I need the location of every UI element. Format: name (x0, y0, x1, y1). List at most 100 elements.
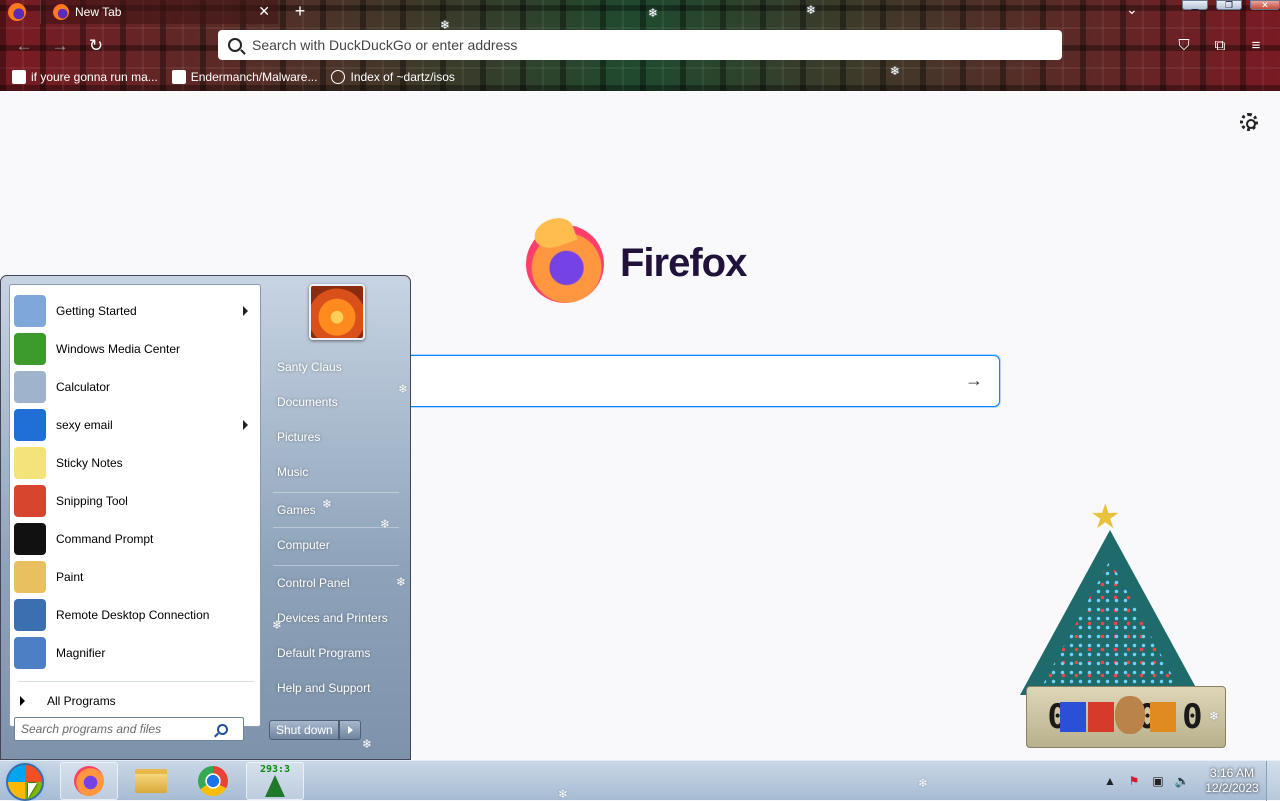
firefox-view-icon[interactable] (8, 3, 26, 21)
start-button[interactable] (6, 763, 44, 801)
bookmark-label: Endermanch/Malware... (190, 70, 318, 84)
start-search-box[interactable] (14, 717, 244, 741)
star-icon: ★ (1090, 498, 1121, 536)
close-window-button[interactable]: ✕ (1250, 0, 1280, 10)
snowflake-icon: ❄ (398, 382, 409, 396)
start-program-item[interactable]: sexy email (10, 407, 260, 443)
bookmark-item[interactable]: if youre gonna run ma... (12, 70, 158, 84)
volume-icon[interactable]: 🔈 (1174, 774, 1190, 788)
start-program-item[interactable]: Paint (10, 559, 260, 595)
taskbar-chrome[interactable] (184, 762, 242, 800)
start-program-label: Remote Desktop Connection (56, 608, 210, 622)
start-right-item[interactable]: Computer (269, 530, 403, 560)
reload-button[interactable]: ↻ (84, 34, 108, 58)
clock[interactable]: 3:16 AM 12/2/2023 (1202, 766, 1262, 796)
tab-close-icon[interactable]: ✕ (258, 3, 270, 20)
submenu-arrow-icon (243, 306, 248, 316)
all-programs-label: All Programs (47, 694, 116, 708)
getting-started-icon (14, 295, 46, 327)
start-right-item[interactable]: Santy Claus (269, 352, 403, 382)
taskbar-firefox[interactable] (60, 762, 118, 800)
forward-button[interactable]: → (48, 34, 72, 58)
start-search-input[interactable] (15, 722, 211, 736)
start-menu: Getting Started Windows Media Center Calcu… (0, 275, 411, 760)
start-program-item[interactable]: Windows Media Center (10, 331, 260, 367)
start-program-item[interactable]: Remote Desktop Connection (10, 597, 260, 633)
start-program-label: Command Prompt (56, 532, 154, 546)
start-right-item[interactable]: Devices and Printers (269, 603, 403, 633)
snowflake-icon: ❄ (1209, 709, 1220, 723)
media-center-icon (14, 333, 46, 365)
shut-down-options-icon[interactable] (339, 720, 361, 740)
show-desktop-button[interactable] (1266, 761, 1280, 801)
snowflake-icon: ❄ (648, 6, 659, 20)
sticky-notes-icon (14, 447, 46, 479)
doc-icon (12, 70, 26, 84)
hamburger-menu-icon[interactable]: ≡ (1246, 36, 1266, 56)
snowflake-icon: ❄ (918, 776, 929, 790)
globe-icon (331, 70, 346, 84)
nav-bar: ← → ↻ ⛉ ⧉ ≡ (0, 30, 1280, 62)
action-center-icon[interactable]: ⚑ (1126, 774, 1142, 788)
snowflake-icon: ❄ (806, 3, 817, 17)
back-button[interactable]: ← (12, 34, 36, 58)
start-right-item[interactable]: Documents (269, 387, 403, 417)
settings-gear-icon[interactable] (1240, 113, 1258, 131)
newtab-search-box[interactable]: → (380, 355, 1000, 407)
start-program-item[interactable]: Magnifier (10, 635, 260, 671)
firefox-logo-icon (526, 225, 604, 303)
show-hidden-icons-icon[interactable]: ▲ (1102, 774, 1118, 788)
taskbar: 293:3 ▲ ⚑ ▣ 🔈 3:16 AM 12/2/2023 (0, 760, 1280, 801)
network-icon[interactable]: ▣ (1150, 774, 1166, 788)
taskbar-tree-gadget[interactable]: 293:3 (246, 762, 304, 800)
extensions-icon[interactable]: ⧉ (1210, 36, 1230, 56)
gift-icon (1060, 702, 1086, 732)
snowflake-icon: ❄ (272, 618, 283, 632)
new-tab-button[interactable]: + (290, 1, 310, 22)
start-program-item[interactable]: Getting Started (10, 293, 260, 329)
start-right-item[interactable]: Pictures (269, 422, 403, 452)
browser-chrome: New Tab ✕ + ⌄ ▁ ❐ ✕ ← → ↻ ⛉ ⧉ ≡ if youre… (0, 0, 1280, 91)
start-program-item[interactable]: Calculator (10, 369, 260, 405)
user-avatar[interactable] (309, 284, 365, 340)
snowflake-icon: ❄ (380, 517, 391, 531)
triangle-right-icon (20, 696, 25, 706)
list-all-tabs-icon[interactable]: ⌄ (1126, 1, 1138, 18)
start-program-label: Snipping Tool (56, 494, 128, 508)
remote-desktop-icon (14, 599, 46, 631)
start-program-item[interactable]: Command Prompt (10, 521, 260, 557)
arrow-right-icon[interactable]: → (965, 370, 983, 391)
taskbar-explorer[interactable] (122, 762, 180, 800)
snowflake-icon: ❄ (890, 64, 901, 78)
pocket-icon[interactable]: ⛉ (1174, 36, 1194, 56)
christmas-tree-gadget[interactable]: ★ 0 0:0 0 (1000, 500, 1230, 750)
start-program-label: Magnifier (56, 646, 106, 660)
address-input[interactable] (252, 37, 1012, 53)
snipping-tool-icon (14, 485, 46, 517)
maximize-button[interactable]: ❐ (1216, 0, 1242, 10)
address-bar[interactable] (218, 30, 1062, 60)
start-right-item[interactable]: Default Programs (269, 638, 403, 668)
folder-icon (135, 769, 167, 793)
minimize-button[interactable]: ▁ (1182, 0, 1208, 10)
start-right-item[interactable]: Music (269, 457, 403, 487)
bookmark-item[interactable]: Endermanch/Malware... (171, 70, 318, 84)
shut-down-button[interactable]: Shut down (269, 720, 339, 740)
tree-icon (265, 775, 285, 797)
paint-icon (14, 561, 46, 593)
search-icon[interactable] (217, 723, 228, 735)
snowflake-icon: ❄ (440, 18, 451, 32)
page-icon (171, 70, 186, 84)
start-program-item[interactable]: Snipping Tool (10, 483, 260, 519)
bookmarks-toolbar: if youre gonna run ma... Endermanch/Malw… (0, 64, 1280, 90)
all-programs-button[interactable]: All Programs (10, 689, 260, 713)
start-right-item[interactable]: Control Panel (269, 568, 403, 598)
tab-new-tab[interactable]: New Tab ✕ (40, 0, 278, 24)
snowflake-icon: ❄ (558, 787, 569, 801)
start-right-item[interactable]: Help and Support (269, 673, 403, 703)
start-program-label: Windows Media Center (56, 342, 181, 356)
firefox-favicon-icon (53, 4, 69, 20)
thunderbird-icon (14, 409, 46, 441)
bookmark-item[interactable]: Index of ~dartz/isos (331, 70, 455, 84)
start-program-item[interactable]: Sticky Notes (10, 445, 260, 481)
